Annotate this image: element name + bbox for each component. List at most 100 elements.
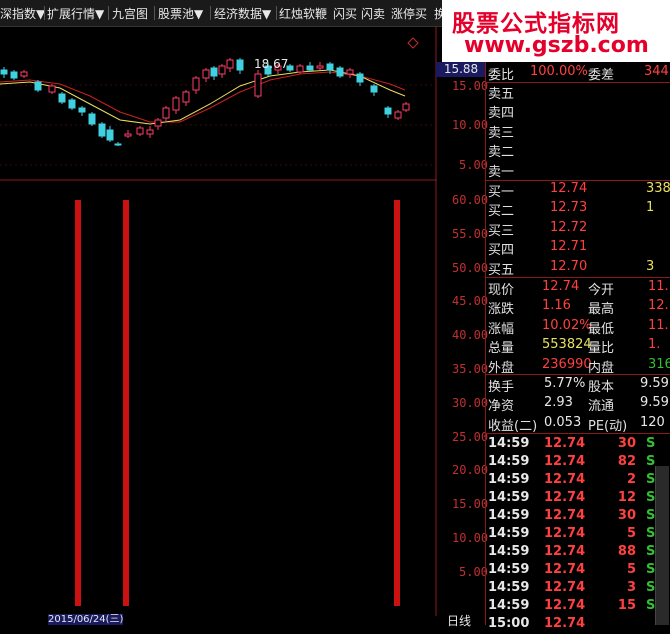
trade-price: 12.74 xyxy=(544,472,586,487)
stat-row: 现价 12.74 今开 11. xyxy=(486,279,670,298)
candle-body xyxy=(48,85,56,93)
trade-tick-row: 14:59 12.74 5 S xyxy=(486,526,670,544)
candle-body xyxy=(162,107,170,119)
toolbar-flash-sell-button[interactable]: 闪卖 xyxy=(361,5,385,22)
date-bar: 2015/06/24(三) xyxy=(0,614,437,625)
divider xyxy=(486,277,670,278)
candle-body xyxy=(202,69,210,79)
candle-body xyxy=(402,103,410,111)
kline-chart[interactable]: 18.67 xyxy=(0,26,437,616)
indicator-ytick: 30.00 xyxy=(452,395,489,410)
stat-value: 10.02% xyxy=(542,317,592,333)
signal-bar xyxy=(75,200,81,606)
candle-body xyxy=(370,85,378,93)
buy-level-volume: 3 xyxy=(646,258,655,274)
trade-volume: 5 xyxy=(626,526,636,541)
toolbar-stock-pool-menu[interactable]: 股票池▼ xyxy=(158,5,203,22)
signal-bar xyxy=(123,200,129,606)
finance-value: 0.053 xyxy=(544,414,582,430)
finance-label: PE(动) xyxy=(588,418,628,434)
trade-tick-row: 14:59 12.74 12 S xyxy=(486,490,670,508)
sell-level-row: 卖三 xyxy=(486,122,670,141)
stat-label: 内盘 xyxy=(588,360,615,376)
trade-tick-row: 14:59 12.74 15 S xyxy=(486,598,670,616)
toolbar-separator xyxy=(210,6,211,20)
indicator-ytick: 15.00 xyxy=(452,497,489,512)
buy-level-label: 买三 xyxy=(488,223,515,239)
finance-row: 收益(二) 0.053 PE(动) 120 xyxy=(486,415,670,434)
trade-volume: 82 xyxy=(617,454,636,469)
toolbar-separator xyxy=(108,6,109,20)
weibi-label: 委比 xyxy=(488,68,515,83)
sell-level-row: 卖四 xyxy=(486,102,670,121)
stat-label: 今开 xyxy=(588,283,615,298)
weibi-row: 委比 100.00% 委差 344 xyxy=(486,64,670,83)
stat-row: 外盘 236990内盘 3168 xyxy=(486,357,670,376)
trade-tick-row: 14:59 12.74 88 S xyxy=(486,544,670,562)
trade-price: 12.74 xyxy=(544,454,586,469)
candle-body xyxy=(182,91,190,103)
buy-level-price: 12.73 xyxy=(550,200,588,216)
period-label[interactable]: 日线 xyxy=(447,612,471,629)
trade-volume: 12 xyxy=(617,490,636,505)
candle-body xyxy=(254,73,262,97)
toolbar-economic-data-menu[interactable]: 经济数据▼ xyxy=(214,5,271,22)
finance-value: 9.59 xyxy=(640,376,669,391)
buy-level-price: 12.70 xyxy=(550,258,588,274)
candle-body xyxy=(88,113,96,125)
divider xyxy=(486,433,670,434)
trade-side: S xyxy=(646,598,656,613)
trade-price: 12.74 xyxy=(544,544,586,559)
toolbar-extended-quotes-menu[interactable]: 扩展行情▼ xyxy=(47,5,104,22)
finance-row: 净资 2.93 流通 9.59 xyxy=(486,395,670,414)
trade-price: 12.74 xyxy=(544,490,586,505)
stat-label: 涨跌 xyxy=(488,302,515,318)
finance-row: 换手 5.77% 股本 9.59 xyxy=(486,376,670,395)
toolbar-index-menu[interactable]: 深指数▼ xyxy=(0,5,45,22)
weicha-label: 委差 xyxy=(588,68,615,83)
candle-body xyxy=(0,69,8,75)
candle-body xyxy=(114,143,122,146)
candle-body xyxy=(98,123,106,137)
stat-value: 11. xyxy=(648,279,669,294)
sell-level-label: 卖三 xyxy=(488,125,515,141)
stat-value: 11. xyxy=(648,317,669,333)
indicator-ytick: 10.00 xyxy=(452,531,489,545)
toolbar-flash-buy-button[interactable]: 闪买 xyxy=(333,5,357,22)
indicator-ytick: 20.00 xyxy=(452,463,489,478)
stat-value: 1.16 xyxy=(542,298,571,314)
trade-time: 14:59 xyxy=(488,508,530,523)
finance-value: 5.77% xyxy=(544,376,586,391)
trade-tick-row: 14:59 12.74 3 S xyxy=(486,580,670,598)
watermark-logo: 股票公式指标网 www.gszb.com xyxy=(442,0,670,62)
buy-level-row: 买三 12.72 xyxy=(486,220,670,239)
indicator-ytick: 35.00 xyxy=(452,362,489,376)
indicator-ytick: 50.00 xyxy=(452,260,489,275)
toolbar-separator xyxy=(44,6,45,20)
toolbar-limit-up-buy-button[interactable]: 涨停买 xyxy=(391,5,427,22)
buy-level-price: 12.74 xyxy=(550,181,588,196)
price-ytick: 15.00 xyxy=(452,79,489,93)
trade-tick-row: 14:59 12.74 5 S xyxy=(486,562,670,580)
buy-level-row: 买二 12.73 1 xyxy=(486,200,670,219)
marker-diamond-icon xyxy=(407,37,419,49)
trade-scrollbar[interactable] xyxy=(655,466,669,625)
candle-body xyxy=(106,129,114,141)
sell-level-row: 卖二 xyxy=(486,141,670,160)
toolbar-separator xyxy=(276,6,277,20)
candle-body xyxy=(34,81,42,91)
toolbar-red-candle-button[interactable]: 红烛软鞭 xyxy=(279,5,327,22)
price-high-label: 18.67 xyxy=(254,57,288,71)
toolbar-nine-grid-button[interactable]: 九宫图 xyxy=(112,5,148,22)
trade-price: 12.74 xyxy=(544,562,586,577)
indicator-ytick: 40.00 xyxy=(452,328,489,343)
signal-bar xyxy=(394,200,400,606)
candle-body xyxy=(306,65,314,71)
trade-time: 14:59 xyxy=(488,454,530,469)
stat-value: 12.74 xyxy=(542,279,580,294)
trade-volume: 88 xyxy=(617,544,636,559)
candle-body xyxy=(124,133,132,137)
buy-level-row: 买五 12.70 3 xyxy=(486,259,670,278)
trade-tick-row: 14:59 12.74 30 S xyxy=(486,508,670,526)
finance-value: 120 xyxy=(640,414,665,430)
